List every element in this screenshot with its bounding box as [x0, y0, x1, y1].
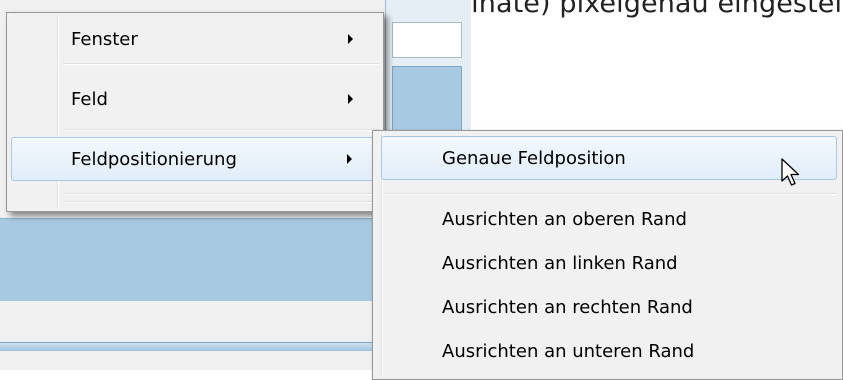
- submenu-item-label: Ausrichten an unteren Rand: [442, 340, 695, 362]
- menu-item-label: Fenster: [71, 28, 138, 50]
- menu-separator: [63, 193, 379, 195]
- submenu-item-oberen-rand[interactable]: Ausrichten an oberen Rand: [381, 197, 837, 241]
- submenu: Genaue Feldposition Ausrichten an oberen…: [372, 130, 843, 380]
- mouse-pointer-icon: [781, 158, 800, 186]
- submenu-arrow-icon: [348, 34, 353, 44]
- submenu-item-rechten-rand[interactable]: Ausrichten an rechten Rand: [381, 285, 837, 329]
- submenu-item-unteren-rand[interactable]: Ausrichten an unteren Rand: [381, 329, 837, 373]
- menu-item-fenster[interactable]: Fenster: [11, 17, 377, 61]
- submenu-item-label: Ausrichten an linken Rand: [442, 252, 678, 274]
- submenu-item-genaue-feldposition[interactable]: Genaue Feldposition: [381, 136, 837, 180]
- menu-item-label: Feld: [71, 88, 108, 110]
- menu-item-label: Feldpositionierung: [71, 148, 237, 170]
- submenu-arrow-icon: [348, 94, 353, 104]
- submenu-item-label: Genaue Feldposition: [442, 147, 626, 169]
- menu-separator: [63, 201, 379, 203]
- submenu-item-linken-rand[interactable]: Ausrichten an linken Rand: [381, 241, 837, 285]
- submenu-separator: [385, 193, 837, 195]
- submenu-arrow-icon: [347, 154, 352, 164]
- menu-item-feldpositionierung[interactable]: Feldpositionierung: [11, 137, 377, 181]
- submenu-item-label: Ausrichten an oberen Rand: [442, 208, 687, 230]
- submenu-item-label: Ausrichten an rechten Rand: [442, 296, 693, 318]
- window-input-area: [392, 22, 462, 58]
- context-menu: Fenster Feld Feldpositionierung: [6, 12, 384, 212]
- menu-separator: [63, 63, 379, 65]
- menu-separator: [63, 129, 379, 131]
- menu-item-feld[interactable]: Feld: [11, 77, 377, 121]
